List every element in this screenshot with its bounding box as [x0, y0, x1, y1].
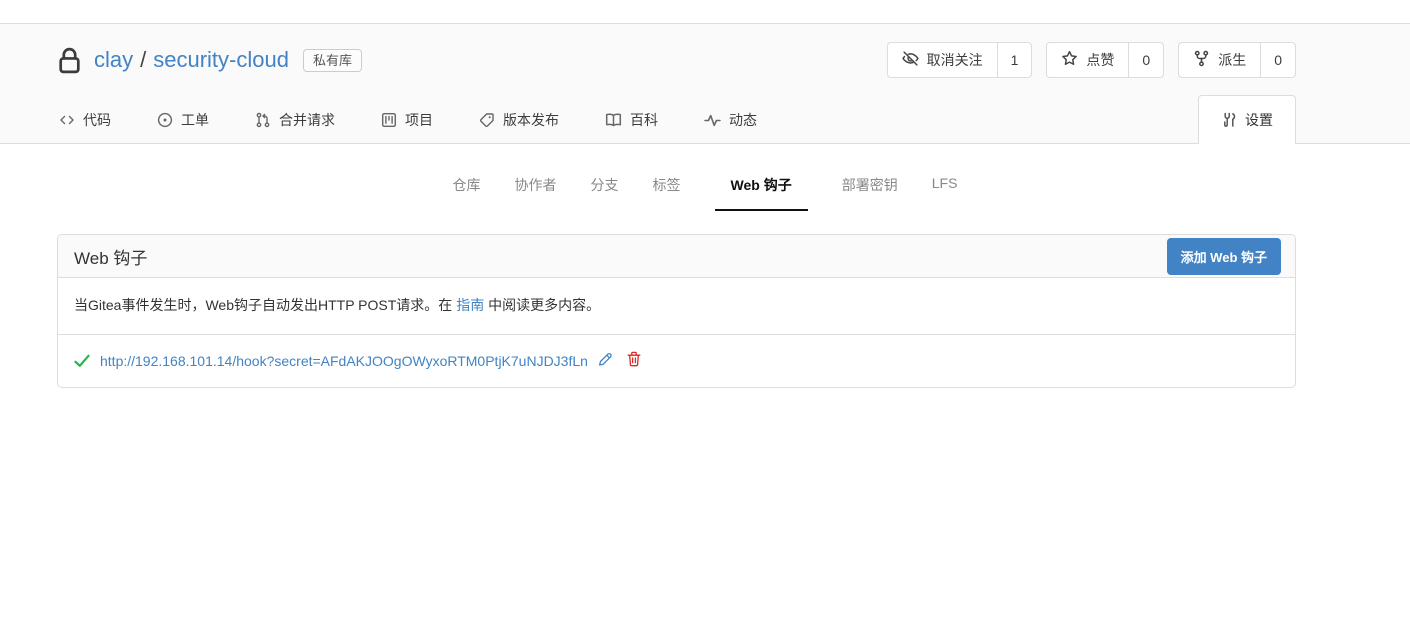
nav-tab-label: 版本发布 [503, 110, 559, 130]
settings-tab-lfs[interactable]: LFS [932, 175, 958, 211]
settings-tab-webhooks[interactable]: Web 钩子 [715, 175, 808, 211]
pull-request-icon [255, 112, 271, 128]
pencil-icon [597, 351, 612, 370]
repo-action-buttons: 取消关注 1 点赞 0 [887, 42, 1296, 78]
unwatch-button-group: 取消关注 1 [887, 42, 1033, 78]
nav-tab-label: 动态 [729, 110, 757, 130]
stars-count[interactable]: 0 [1128, 43, 1163, 77]
webhooks-panel-header: Web 钩子 添加 Web 钩子 [58, 235, 1295, 278]
webhooks-description: 当Gitea事件发生时，Web钩子自动发出HTTP POST请求。在 指南 中阅… [58, 278, 1295, 335]
settings-tab-repository[interactable]: 仓库 [453, 175, 481, 211]
issue-icon [157, 112, 173, 128]
unwatch-button[interactable]: 取消关注 [888, 43, 997, 77]
repo-header: clay / security-cloud 私有库 取消关注 [0, 24, 1410, 144]
delete-webhook-button[interactable] [627, 351, 641, 370]
activity-icon [704, 113, 721, 128]
nav-tab-label: 代码 [83, 110, 111, 130]
settings-tab-tags[interactable]: 标签 [653, 175, 681, 211]
success-check-icon [74, 354, 90, 368]
repo-title-row: clay / security-cloud 私有库 取消关注 [57, 24, 1296, 78]
fork-button-group: 派生 0 [1178, 42, 1296, 78]
nav-tab-wiki[interactable]: 百科 [603, 97, 660, 143]
settings-submenu: 仓库 协作者 分支 标签 Web 钩子 部署密钥 LFS [0, 144, 1410, 211]
settings-tab-collaborators[interactable]: 协作者 [515, 175, 557, 211]
tab-settings[interactable]: 设置 [1198, 95, 1296, 144]
nav-tab-label: 项目 [405, 110, 433, 130]
tab-settings-label: 设置 [1245, 110, 1273, 130]
eye-slash-icon [902, 50, 919, 70]
repo-owner-link[interactable]: clay [94, 47, 133, 73]
nav-tab-projects[interactable]: 项目 [379, 97, 435, 143]
guide-link[interactable]: 指南 [456, 297, 484, 313]
nav-tab-issues[interactable]: 工单 [155, 97, 211, 143]
star-label: 点赞 [1086, 50, 1114, 70]
nav-tab-label: 百科 [630, 110, 658, 130]
top-navbar-strip [0, 0, 1410, 24]
nav-tab-code[interactable]: 代码 [57, 97, 113, 143]
description-text: 中阅读更多内容。 [484, 297, 600, 313]
tools-icon [1221, 112, 1237, 128]
repo-name-link[interactable]: security-cloud [153, 47, 289, 73]
repo-path-separator: / [140, 47, 146, 73]
forks-count[interactable]: 0 [1260, 43, 1295, 77]
panel-title: Web 钩子 [74, 244, 147, 269]
book-icon [605, 112, 622, 128]
fork-button[interactable]: 派生 [1179, 43, 1260, 77]
fork-label: 派生 [1218, 50, 1246, 70]
nav-tab-pull-requests[interactable]: 合并请求 [253, 97, 337, 143]
fork-icon [1193, 50, 1210, 70]
nav-tab-label: 工单 [181, 110, 209, 130]
nav-tab-activity[interactable]: 动态 [702, 97, 759, 143]
star-button[interactable]: 点赞 [1047, 43, 1128, 77]
trash-icon [627, 351, 641, 370]
project-icon [381, 112, 397, 128]
lock-icon [57, 46, 82, 75]
add-webhook-button[interactable]: 添加 Web 钩子 [1167, 238, 1281, 275]
settings-tab-branches[interactable]: 分支 [591, 175, 619, 211]
webhooks-panel: Web 钩子 添加 Web 钩子 当Gitea事件发生时，Web钩子自动发出HT… [57, 234, 1296, 388]
unwatch-label: 取消关注 [927, 50, 983, 70]
webhook-row: http://192.168.101.14/hook?secret=AFdAKJ… [58, 335, 1295, 387]
private-repo-badge: 私有库 [303, 49, 362, 72]
nav-tab-releases[interactable]: 版本发布 [477, 97, 561, 143]
star-button-group: 点赞 0 [1046, 42, 1164, 78]
repo-nav-tabs: 代码 工单 合并请求 [57, 94, 1296, 143]
tag-icon [479, 112, 495, 128]
webhook-url-link[interactable]: http://192.168.101.14/hook?secret=AFdAKJ… [100, 353, 588, 369]
star-icon [1061, 50, 1078, 70]
watchers-count[interactable]: 1 [997, 43, 1032, 77]
edit-webhook-button[interactable] [597, 351, 612, 370]
settings-tab-deploy-keys[interactable]: 部署密钥 [842, 175, 898, 211]
nav-tab-label: 合并请求 [279, 110, 335, 130]
code-icon [59, 113, 75, 127]
description-text: 当Gitea事件发生时，Web钩子自动发出HTTP POST请求。在 [74, 297, 456, 313]
